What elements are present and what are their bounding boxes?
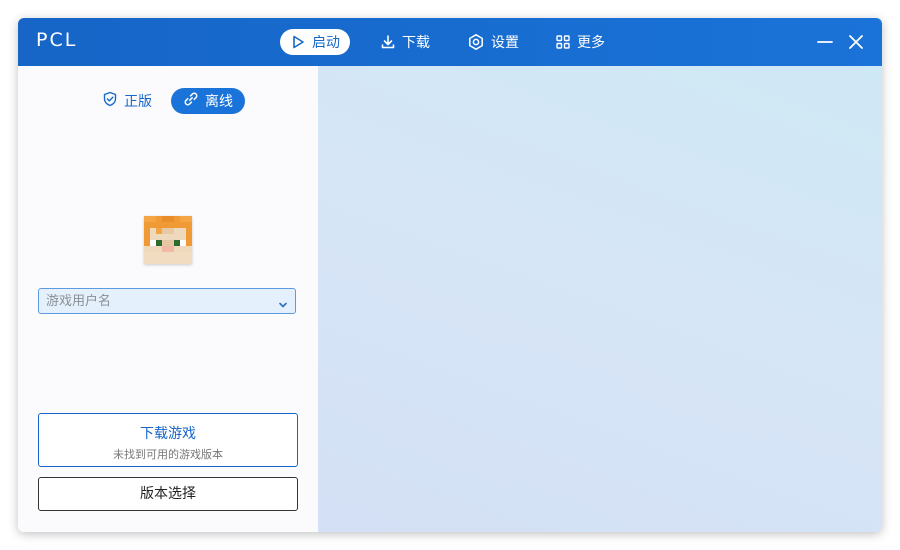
grid-icon xyxy=(555,34,571,50)
username-input[interactable] xyxy=(46,293,266,309)
shield-check-icon xyxy=(102,91,118,111)
minimize-icon xyxy=(815,37,835,56)
tab-official-account[interactable]: 正版 xyxy=(90,88,164,114)
main-content-area xyxy=(318,66,882,532)
link-icon xyxy=(183,91,199,111)
download-icon xyxy=(380,34,396,50)
chevron-down-icon[interactable] xyxy=(277,296,289,315)
nav-launch[interactable]: 启动 xyxy=(280,29,350,55)
tab-official-label: 正版 xyxy=(124,94,152,110)
close-button[interactable] xyxy=(846,32,866,52)
nav-launch-label: 启动 xyxy=(312,35,340,51)
nav-download-label: 下载 xyxy=(402,35,430,51)
app-logo: PCL xyxy=(36,29,78,51)
nav-more-label: 更多 xyxy=(577,35,605,51)
title-bar[interactable]: PCL 启动 下载 设置 更多 xyxy=(18,18,882,66)
minimize-button[interactable] xyxy=(815,32,835,52)
nav-more[interactable]: 更多 xyxy=(545,29,615,55)
download-game-button[interactable]: 下载游戏 未找到可用的游戏版本 xyxy=(38,413,298,467)
download-game-title: 下载游戏 xyxy=(140,426,196,442)
nav-settings[interactable]: 设置 xyxy=(457,29,529,55)
download-game-subtitle: 未找到可用的游戏版本 xyxy=(113,448,223,461)
sidebar: 正版 离线 游戏用户名 下载游戏 未找到可用的游戏版本 版本选择 xyxy=(18,66,318,532)
nav-download[interactable]: 下载 xyxy=(370,29,440,55)
launcher-window: PCL 启动 下载 设置 更多 正版 离线 游戏用户名 下载游戏 未找到可用的游… xyxy=(18,18,882,532)
username-field[interactable] xyxy=(38,288,296,314)
tab-offline-label: 离线 xyxy=(205,94,233,110)
tab-offline-account[interactable]: 离线 xyxy=(171,88,245,114)
nav-settings-label: 设置 xyxy=(491,35,519,51)
settings-icon xyxy=(467,33,485,51)
version-select-button[interactable]: 版本选择 xyxy=(38,477,298,511)
close-icon xyxy=(846,35,866,56)
play-icon xyxy=(290,34,306,50)
avatar[interactable] xyxy=(144,216,192,264)
